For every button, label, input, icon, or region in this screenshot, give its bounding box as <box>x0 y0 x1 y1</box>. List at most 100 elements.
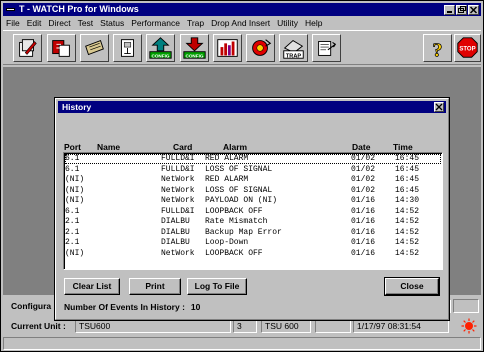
history-close-x-button[interactable] <box>434 102 444 112</box>
table-row[interactable]: (NI) NetWork LOOPBACK OFF 01/16 14:52 <box>65 249 441 259</box>
current-unit-label: Current Unit : <box>11 321 66 331</box>
cell-card: DIALBU <box>161 227 190 237</box>
events-counter: Number Of Events In History : 10 <box>64 302 200 312</box>
cell-time: 14:52 <box>395 248 420 258</box>
menu-performance[interactable]: Performance <box>131 17 180 29</box>
column-header-card: Card <box>173 142 193 152</box>
drop-insert-icon <box>318 41 337 56</box>
menu-status[interactable]: Status <box>100 17 124 29</box>
menu-test[interactable]: Test <box>78 17 94 29</box>
cell-card: DIALBU <box>161 217 190 226</box>
cell-alarm: PAYLOAD ON (NI) <box>205 196 278 205</box>
history-list[interactable]: 6.1 FULLD&I RED ALARM 01/02 16:45 6.1 FU… <box>63 152 443 270</box>
table-row[interactable]: 6.1 FULLD&I RED ALARM 01/02 16:45 <box>65 154 441 164</box>
cell-alarm: Backup Map Error <box>205 227 282 237</box>
cell-alarm: Loop-Down <box>205 238 249 247</box>
edit-document-icon <box>19 39 37 57</box>
maximize-button[interactable] <box>456 5 467 15</box>
cell-time: 16:45 <box>395 164 420 174</box>
status-monitor-icon <box>121 39 134 57</box>
cell-card: NetWork <box>161 248 195 258</box>
toolbar-config-download-button[interactable]: CONFIG <box>180 34 209 62</box>
menu-help[interactable]: Help <box>305 17 322 29</box>
toolbar-edit-button[interactable] <box>13 34 42 62</box>
cell-time: 14:30 <box>395 196 420 205</box>
toolbar-direct-button[interactable] <box>47 34 76 62</box>
toolbar-performance-button[interactable] <box>213 34 242 62</box>
table-row[interactable]: (NI) NetWork RED ALARM 01/02 16:45 <box>65 175 441 185</box>
cell-card: FULLD&I <box>161 164 195 174</box>
cell-port: 2.1 <box>65 238 80 247</box>
close-icon <box>435 103 443 111</box>
window-title: T - WATCH Pro for Windows <box>19 4 139 14</box>
trap-icon: TRAP <box>283 39 304 59</box>
cell-date: 01/16 <box>351 227 376 237</box>
history-dialog-title-bar: History <box>58 101 446 113</box>
toolbar-trap-button[interactable]: TRAP <box>279 34 308 62</box>
column-header-name: Name <box>97 142 121 152</box>
table-row[interactable]: (NI) NetWork PAYLOAD ON (NI) 01/16 14:30 <box>65 196 441 206</box>
alarm-indicator-icon <box>461 318 477 334</box>
menu-file[interactable]: File <box>6 17 20 29</box>
menu-edit[interactable]: Edit <box>27 17 42 29</box>
cell-alarm: LOSS OF SIGNAL <box>205 164 273 174</box>
table-row[interactable]: (NI) NetWork LOSS OF SIGNAL 01/02 16:45 <box>65 186 441 196</box>
cell-port: (NI) <box>65 248 85 258</box>
current-unit-field: TSU600 <box>75 319 231 333</box>
column-header-alarm: Alarm <box>223 142 248 152</box>
toolbar: CONFIG CONFIG TRAP ? STOP <box>3 30 481 65</box>
log-to-file-button[interactable]: Log To File <box>187 278 247 295</box>
toolbar-drop-insert-button[interactable] <box>312 34 341 62</box>
configuration-field-b <box>453 299 479 313</box>
close-icon <box>469 6 478 14</box>
close-button[interactable]: Close <box>384 277 440 296</box>
cell-date: 01/02 <box>351 154 376 163</box>
toolbar-test-button[interactable] <box>80 34 109 62</box>
toolbar-config-upload-button[interactable]: CONFIG <box>146 34 175 62</box>
cell-card: FULLD&I <box>161 206 195 216</box>
cell-time: 14:52 <box>395 206 420 216</box>
cell-alarm: RED ALARM <box>205 175 249 184</box>
toolbar-help-button[interactable]: ? <box>423 34 452 62</box>
table-row[interactable]: 6.1 FULLD&I LOOPBACK OFF 01/16 14:52 <box>65 207 441 217</box>
minimize-icon <box>447 11 452 13</box>
menu-direct[interactable]: Direct <box>48 17 70 29</box>
help-icon: ? <box>432 39 443 61</box>
events-count-value: 10 <box>190 302 201 312</box>
current-unit-status-row: Current Unit : TSU600 3 TSU 600 1/17/97 … <box>3 318 481 334</box>
table-row[interactable]: 2.1 DIALBU Loop-Down 01/16 14:52 <box>65 238 441 248</box>
cell-time: 16:45 <box>395 185 420 195</box>
cell-port: 6.1 <box>65 206 80 216</box>
table-row[interactable]: 6.1 FULLD&I LOSS OF SIGNAL 01/02 16:45 <box>65 165 441 175</box>
print-button[interactable]: Print <box>129 278 181 295</box>
toolbar-status-button[interactable] <box>113 34 142 62</box>
direct-connect-icon <box>52 40 70 57</box>
history-dialog-title: History <box>62 102 92 112</box>
configuration-label: Configura <box>11 301 52 311</box>
menu-drop-and-insert[interactable]: Drop And Insert <box>211 17 270 29</box>
cell-port: (NI) <box>65 175 85 184</box>
cell-time: 14:52 <box>395 238 420 247</box>
table-row[interactable]: 2.1 DIALBU Rate Mismatch 01/16 14:52 <box>65 217 441 227</box>
cell-card: NetWork <box>161 196 195 205</box>
cell-port: 2.1 <box>65 217 80 226</box>
cell-port: (NI) <box>65 196 85 205</box>
toolbar-stop-button[interactable]: STOP <box>454 34 481 62</box>
menu-trap[interactable]: Trap <box>187 17 204 29</box>
toolbar-loopback-button[interactable] <box>246 34 275 62</box>
cell-time: 16:45 <box>395 154 420 163</box>
system-menu-icon[interactable] <box>6 8 15 11</box>
menu-utility[interactable]: Utility <box>277 17 298 29</box>
minimize-button[interactable] <box>444 5 455 15</box>
menu-bar: File Edit Direct Test Status Performance… <box>3 17 481 29</box>
table-row[interactable]: 2.1 DIALBU Backup Map Error 01/16 14:52 <box>65 228 441 238</box>
close-button[interactable] <box>468 5 479 15</box>
cell-port: (NI) <box>65 185 85 195</box>
test-card-icon <box>85 39 104 56</box>
clear-list-button[interactable]: Clear List <box>64 278 120 295</box>
status-spacer-field <box>315 319 351 333</box>
config-upload-icon: CONFIG <box>149 37 172 59</box>
cell-alarm: Rate Mismatch <box>205 217 268 226</box>
cell-alarm: RED ALARM <box>205 154 249 163</box>
config-download-label: CONFIG <box>186 53 204 58</box>
